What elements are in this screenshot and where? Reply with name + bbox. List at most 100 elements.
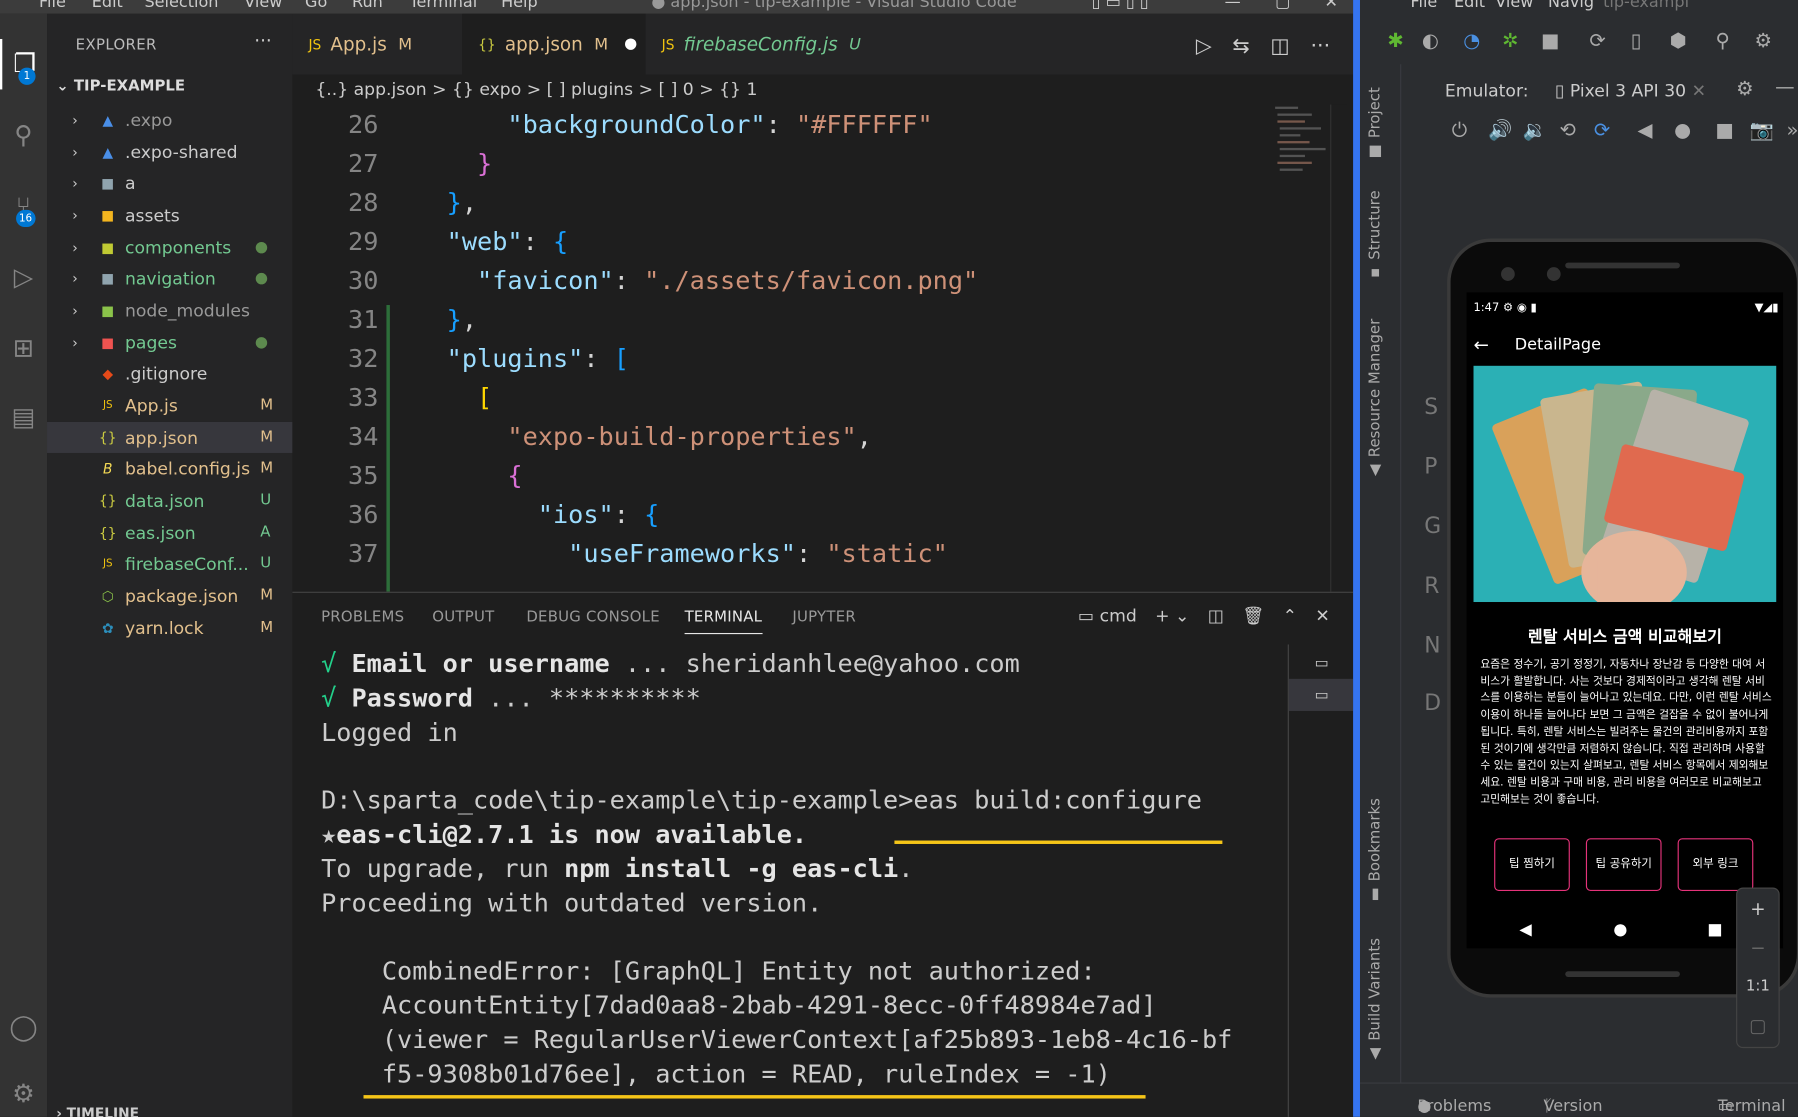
breadcrumb[interactable]: {..} app.json > {} expo > [ ] plugins > … [292, 74, 1354, 105]
tab-problems[interactable]: PROBLEMS [321, 609, 404, 626]
phone-screen[interactable]: 1:47 ⚙ ◉ ▮ ▼◢▮ ← DetailPage 렌탈 서비스 금액 비교… [1466, 292, 1784, 949]
close-tab-icon[interactable]: ✕ [1686, 80, 1706, 101]
minimize-icon[interactable]: — [1225, 0, 1241, 11]
rotate-left-icon[interactable]: ⟲ [1560, 119, 1576, 142]
run-debug-icon[interactable]: ▷ [0, 252, 47, 302]
nav-overview-icon[interactable]: ■ [1707, 921, 1722, 939]
search-icon[interactable]: ⚲ [0, 110, 47, 160]
unsaved-dot-icon[interactable]: ● [624, 36, 637, 53]
menu-view[interactable]: View [244, 0, 282, 11]
minimap[interactable] [1273, 104, 1330, 196]
as-menu-navigate[interactable]: Navig [1548, 0, 1594, 11]
menu-terminal[interactable]: Terminal [409, 0, 477, 11]
tree-item-babel-config[interactable]: Bbabel.config.js M [47, 453, 292, 484]
extensions-icon[interactable]: ⊞ [0, 323, 47, 373]
terminal-instance-icon[interactable]: ▭ [1288, 678, 1355, 711]
editor-scrollbar[interactable] [1330, 104, 1347, 592]
external-link-button[interactable]: 외부 링크 [1677, 838, 1754, 891]
zoom-out-button[interactable]: − [1737, 928, 1778, 967]
account-icon[interactable]: ◯ [0, 1002, 47, 1052]
back-icon[interactable]: ◀ [1637, 119, 1652, 142]
tool-resource-manager[interactable]: ▲ Resource Manager [1367, 319, 1384, 479]
more-actions-icon[interactable]: ··· [1310, 34, 1330, 58]
explorer-icon[interactable]: ❐ 1 [0, 38, 47, 90]
sync-gradle-icon[interactable]: ⟳ [1589, 30, 1605, 53]
search-icon[interactable]: ⚲ [1715, 30, 1729, 53]
power-icon[interactable]: ⏻ [1452, 119, 1467, 142]
menu-help[interactable]: Help [501, 0, 538, 11]
tree-item-eas-json[interactable]: {} eas.json A [47, 517, 292, 548]
tree-item-components[interactable]: › ■ components [47, 232, 292, 263]
save-tip-button[interactable]: 팁 찜하기 [1494, 838, 1570, 891]
code-editor[interactable]: 26 27 28 29 30 31 32 33 34 35 36 37 "bac… [292, 104, 1354, 592]
workspace-folder[interactable]: ⌄ TIP-EXAMPLE [56, 78, 185, 95]
tree-item-node-modules[interactable]: › ■ node_modules [47, 295, 292, 326]
maximize-panel-icon[interactable]: ⌃ [1283, 605, 1297, 626]
trash-icon[interactable]: 🗑 [1242, 605, 1264, 626]
timeline-section[interactable]: › TIMELINE [56, 1105, 139, 1116]
sdk-manager-icon[interactable]: ⬢ [1670, 30, 1687, 53]
menu-file[interactable]: File [39, 0, 66, 11]
run-icon[interactable]: ▷ [1196, 34, 1212, 58]
rotate-right-icon[interactable]: ⟳ [1594, 119, 1610, 142]
as-menu-edit[interactable]: Edit [1454, 0, 1485, 11]
emulator-settings-icon[interactable]: ⚙ [1736, 78, 1753, 101]
overview-icon[interactable]: ■ [1715, 119, 1733, 142]
tree-item-pages[interactable]: › ■ pages [47, 327, 292, 358]
tree-item-package-json[interactable]: ⬡ package.json M [47, 580, 292, 611]
layout-icons[interactable]: ▯ ▭ ▯ ▯ [1092, 0, 1149, 11]
manage-gear-icon[interactable]: ⚙ [0, 1069, 47, 1117]
zoom-actual-button[interactable]: 1:1 [1737, 967, 1778, 1006]
tab-jupyter[interactable]: JUPYTER [792, 609, 856, 626]
more-controls-icon[interactable]: » [1787, 119, 1798, 142]
share-tip-button[interactable]: 팁 공유하기 [1585, 838, 1662, 891]
volume-up-icon[interactable]: 🔊 [1488, 119, 1512, 142]
back-arrow-icon[interactable]: ← [1474, 334, 1489, 356]
tree-item-app-js[interactable]: JS App.js M [47, 390, 292, 421]
nav-home-icon[interactable]: ● [1613, 921, 1627, 939]
tab-output[interactable]: OUTPUT [432, 609, 494, 626]
zoom-in-button[interactable]: + [1737, 889, 1778, 928]
compare-icon[interactable]: ⇆ [1232, 34, 1249, 58]
tab-app-js[interactable]: JS App.js M [292, 14, 462, 75]
terminal-shell-selector[interactable]: ▭ cmd [1078, 605, 1137, 626]
tab-firebase-config[interactable]: JS firebaseConfig.js U [646, 14, 864, 75]
new-terminal-icon[interactable]: + ⌄ [1155, 605, 1189, 626]
tree-item-a[interactable]: › ■ a [47, 167, 292, 198]
remote-explorer-icon[interactable]: ▤ [0, 392, 47, 442]
tool-build-variants[interactable]: ▲ Build Variants [1367, 938, 1384, 1063]
emulator-device-tab[interactable]: ▯ Pixel 3 API 30 ✕ [1555, 80, 1706, 101]
menu-selection[interactable]: Selection [144, 0, 218, 11]
volume-down-icon[interactable]: 🔉 [1523, 119, 1547, 142]
tree-item-navigation[interactable]: › ■ navigation [47, 263, 292, 294]
explorer-more-icon[interactable]: ··· [254, 30, 272, 52]
tree-item-expo-shared[interactable]: › ▲ .expo-shared [47, 136, 292, 167]
menu-go[interactable]: Go [305, 0, 327, 11]
tree-item-expo[interactable]: › ▲ .expo [47, 104, 292, 135]
as-menu-file[interactable]: File [1410, 0, 1437, 11]
profiler-icon[interactable]: ◔ [1463, 30, 1480, 53]
tree-item-firebase-config[interactable]: JS firebaseConf... U [47, 548, 292, 579]
maximize-icon[interactable]: ▢ [1275, 0, 1290, 11]
tree-item-yarn-lock[interactable]: ✿ yarn.lock M [47, 612, 292, 643]
tab-terminal[interactable]: TERMINAL [684, 609, 763, 635]
as-menu-view[interactable]: View [1495, 0, 1533, 11]
terminal-output[interactable]: √ Email or username ... sheridanhlee@yah… [321, 648, 1284, 1092]
device-manager-icon[interactable]: ▯ [1631, 30, 1642, 53]
menu-edit[interactable]: Edit [92, 0, 123, 11]
zoom-fit-icon[interactable]: ▢ [1737, 1006, 1778, 1045]
emulator-hide-icon[interactable]: — [1775, 76, 1794, 99]
stop-icon[interactable]: ■ [1541, 30, 1559, 53]
tree-item-app-json[interactable]: {} app.json M [47, 421, 293, 453]
tab-debug-console[interactable]: DEBUG CONSOLE [526, 609, 660, 626]
apply-changes-icon[interactable]: ✲ [1502, 30, 1518, 53]
close-panel-icon[interactable]: ✕ [1315, 605, 1329, 626]
debug-bug-icon[interactable]: ✱ [1388, 30, 1404, 53]
tool-bookmarks[interactable]: ▮ Bookmarks [1367, 798, 1384, 903]
menu-run[interactable]: Run [352, 0, 383, 11]
tool-structure[interactable]: ▪ Structure [1367, 190, 1384, 281]
home-icon[interactable]: ● [1674, 119, 1691, 142]
split-terminal-icon[interactable]: ◫ [1208, 605, 1224, 626]
tree-item-data-json[interactable]: {} data.json U [47, 485, 292, 516]
close-window-icon[interactable]: ✕ [1324, 0, 1337, 11]
